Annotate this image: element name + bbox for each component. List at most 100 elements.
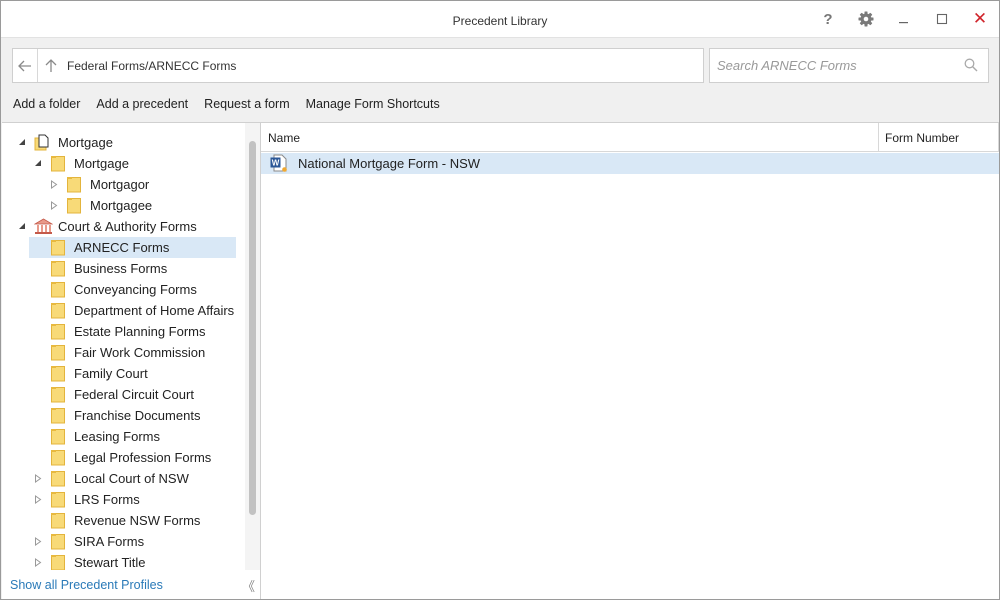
back-button[interactable] [13,49,38,82]
tree-item[interactable]: Estate Planning Forms [2,321,247,342]
collapse-arrow-icon[interactable] [33,158,43,168]
request-form-button[interactable]: Request a form [204,97,289,115]
tree-item[interactable]: Fair Work Commission [2,342,247,363]
tree-item-label: Estate Planning Forms [74,324,206,339]
expand-arrow-icon[interactable] [33,494,43,504]
tree-item-label: Mortgage [58,135,113,150]
word-document-icon: W [270,154,287,172]
tree-item[interactable]: ARNECC Forms [2,237,247,258]
breadcrumb[interactable]: Federal Forms/ARNECC Forms [64,59,236,73]
institution-icon [33,218,54,238]
precedent-library-window: Precedent Library ? ✕ Federal Forms/ARNE… [0,0,1000,600]
tree-item[interactable]: Business Forms [2,258,247,279]
tree-item-label: Court & Authority Forms [58,219,197,234]
tree-item-label: Mortgagee [90,198,153,213]
expand-arrow-icon[interactable] [33,557,43,567]
collapse-arrow-icon[interactable] [17,137,27,147]
tree-item[interactable]: Mortgage [2,132,247,153]
folder-icon [50,533,66,553]
expand-arrow-icon[interactable] [49,179,59,189]
tree-item[interactable]: Conveyancing Forms [2,279,247,300]
column-header-form-number[interactable]: Form Number [885,131,959,145]
folder-icon [50,365,66,385]
tree-item-label: Mortgagor [90,177,150,192]
list-item[interactable]: W National Mortgage Form - NSW [261,153,999,174]
tree-item-label: ARNECC Forms [74,240,170,255]
tree-item-label: SIRA Forms [74,534,145,549]
tree-item[interactable]: Local Court of NSW [2,468,247,489]
maximize-button[interactable] [929,7,955,31]
collapse-panel-button[interactable]: 《 [242,576,255,595]
tree-item-label: Federal Circuit Court [74,387,194,402]
tree-item[interactable]: Federal Circuit Court [2,384,247,405]
toolbar: Add a folder Add a precedent Request a f… [13,97,456,115]
help-icon: ? [823,10,833,28]
folder-icon [50,428,66,448]
tree-item[interactable]: Court & Authority Forms [2,216,247,237]
add-precedent-button[interactable]: Add a precedent [96,97,188,115]
tree-item[interactable]: Revenue NSW Forms [2,510,247,531]
folder-icon [50,260,66,280]
expand-arrow-icon[interactable] [33,473,43,483]
collapse-arrow-icon[interactable] [17,221,27,231]
search-box [709,48,989,83]
settings-button[interactable] [853,7,879,31]
address-bar: Federal Forms/ARNECC Forms [12,48,704,83]
list-item-name: National Mortgage Form - NSW [298,156,481,171]
tree-item[interactable]: Family Court [2,363,247,384]
folder-icon [50,386,66,406]
folder-icon [66,197,82,217]
gear-icon [858,11,874,27]
tree-item-label: Leasing Forms [74,429,160,444]
search-icon[interactable] [964,58,978,72]
tree-item[interactable]: Mortgagee [2,195,247,216]
expand-arrow-icon[interactable] [33,536,43,546]
tree-scrollbar-thumb[interactable] [249,141,256,515]
title-bar: Precedent Library ? ✕ [1,1,999,38]
tree-item-label: Fair Work Commission [74,345,206,360]
search-input[interactable] [710,49,956,82]
folder-icon [50,470,66,490]
tree-item[interactable]: Mortgage [2,153,247,174]
help-button[interactable]: ? [815,7,841,31]
minimize-button[interactable] [891,7,917,31]
tree-item[interactable]: Legal Profession Forms [2,447,247,468]
folder-tree-panel: Mortgage Mortgage Mortgagor Mortgagee Court … [2,122,261,599]
document-icon [34,134,51,154]
precedent-list-panel: Name Form Number W National Mortgage For… [261,122,999,599]
tree-item[interactable]: SIRA Forms [2,531,247,552]
close-button[interactable]: ✕ [967,7,993,31]
minimize-icon [899,22,908,24]
tree-item-label: Legal Profession Forms [74,450,212,465]
expand-arrow-icon[interactable] [49,200,59,210]
manage-form-shortcuts-button[interactable]: Manage Form Shortcuts [306,97,440,115]
tree-item-label: LRS Forms [74,492,140,507]
folder-icon [50,491,66,511]
tree-item[interactable]: Franchise Documents [2,405,247,426]
tree-item[interactable]: LRS Forms [2,489,247,510]
close-icon: ✕ [972,9,988,28]
tree-item-label: Mortgage [74,156,129,171]
up-button[interactable] [38,49,64,82]
arrow-up-icon [45,58,57,72]
window-title: Precedent Library [452,14,548,28]
maximize-icon [936,13,948,25]
column-header-name[interactable]: Name [268,131,300,145]
tree-item[interactable]: Mortgagor [2,174,247,195]
column-divider[interactable] [998,123,999,152]
folder-icon [50,407,66,427]
tree-item-label: Franchise Documents [74,408,201,423]
folder-icon [66,176,82,196]
tree-item[interactable]: Department of Home Affairs [2,300,247,321]
tree-item-label: Business Forms [74,261,168,276]
tree-item-label: Conveyancing Forms [74,282,197,297]
show-all-profiles-link[interactable]: Show all Precedent Profiles [10,578,163,592]
add-folder-button[interactable]: Add a folder [13,97,80,115]
column-divider[interactable] [878,123,879,152]
tree-item[interactable]: Leasing Forms [2,426,247,447]
arrow-left-icon [18,60,31,71]
tree-footer: Show all Precedent Profiles 《 [2,570,260,599]
tree-item-label: Department of Home Affairs [74,303,235,318]
tree-item-label: Revenue NSW Forms [74,513,201,528]
list-header: Name Form Number [261,123,999,152]
